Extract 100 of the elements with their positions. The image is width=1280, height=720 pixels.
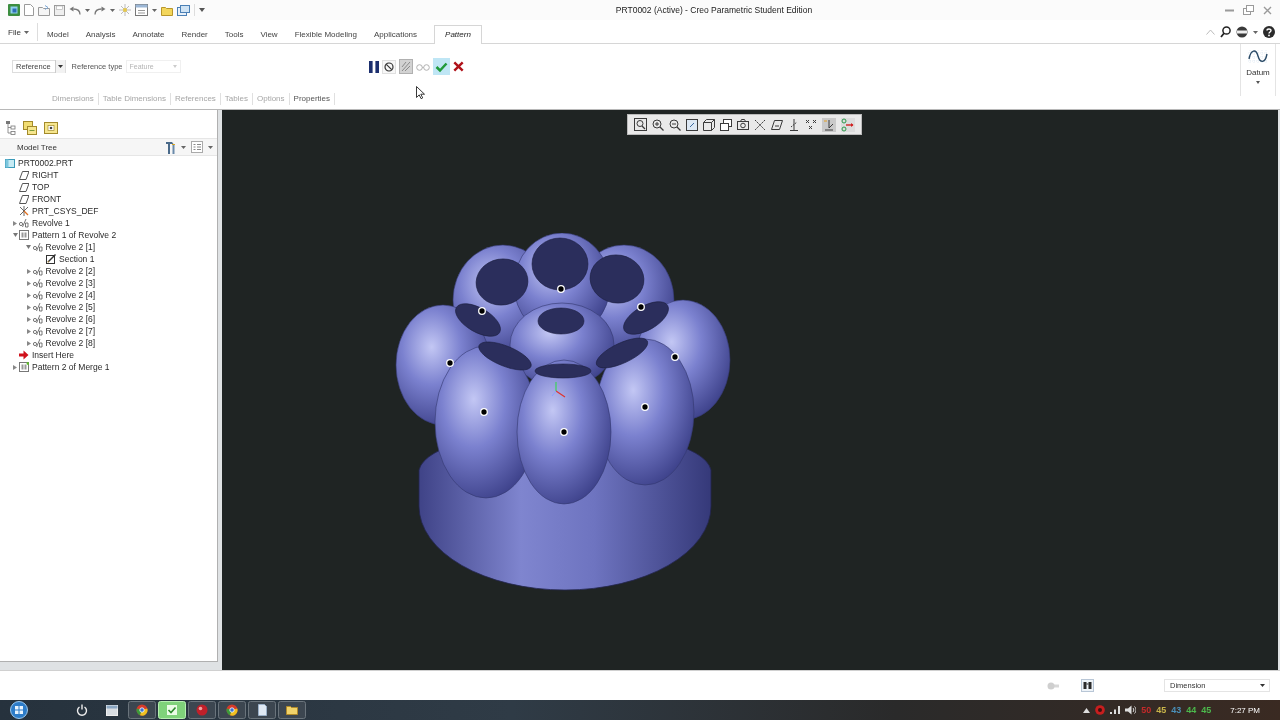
tree-item[interactable]: Revolve 2 [5] [32,301,96,313]
ribbon-tab[interactable]: Tools [216,25,252,43]
window-icon[interactable] [106,704,118,716]
ribbon-tab[interactable]: Model [38,25,77,43]
tree-item[interactable]: Pattern 1 of Revolve 2 [19,229,117,241]
tree-item[interactable]: Section 1 [46,253,95,265]
tree-item[interactable]: TOP [19,181,50,193]
zoom-out-icon[interactable] [669,118,681,131]
ribbon-tab[interactable]: Applications [365,25,426,43]
stacked-folders-icon[interactable] [23,121,37,135]
tree-item[interactable]: Revolve 2 [1] [32,241,96,253]
stacked-views-icon[interactable] [720,118,732,131]
tree-item[interactable]: Revolve 2 [8] [32,337,96,349]
zoom-in-icon[interactable] [652,118,664,131]
ribbon-tab[interactable]: Render [173,25,216,43]
browser-icon[interactable] [218,701,246,719]
tree-item[interactable]: FRONT [19,193,62,205]
caret-icon[interactable] [152,8,157,12]
caret-right-icon[interactable] [26,340,31,346]
tree-structure-icon[interactable] [6,121,16,135]
caret-icon[interactable] [85,8,90,12]
tree-item[interactable]: Revolve 2 [2] [32,265,96,277]
help-icon[interactable] [1263,26,1275,38]
restore-icon[interactable] [1243,5,1254,15]
panel-tab[interactable]: Properties [289,93,336,106]
windows-icon[interactable] [135,4,148,16]
search-icon[interactable] [1220,26,1231,38]
cube-icon[interactable] [703,118,715,131]
clock[interactable]: 7:27 PM [1230,705,1260,715]
tree-item[interactable]: PRT_CSYS_DEF [19,205,99,217]
ribbon-tab[interactable]: Flexible Modeling [286,25,365,43]
tree-item[interactable]: Pattern 2 of Merge 1 [19,361,110,373]
speaker-icon[interactable] [1125,705,1137,715]
pause-icon[interactable] [369,60,380,73]
csys-display-icon[interactable] [822,117,836,132]
tools-icon[interactable] [164,140,176,154]
start-orb-icon[interactable] [10,701,28,719]
tree-item[interactable]: Revolve 2 [4] [32,289,96,301]
tree-item[interactable]: Insert Here [19,349,75,361]
save-icon[interactable] [54,4,65,16]
caret-right-icon[interactable] [13,220,17,226]
axes-icon[interactable] [754,118,766,131]
ribbon-tab[interactable]: Analysis [77,25,124,43]
caret-right-icon[interactable] [26,280,31,286]
undo-icon[interactable] [69,5,81,15]
frame-icon[interactable] [686,118,698,131]
cross-icon[interactable] [453,61,465,73]
minimize-icon[interactable] [1225,8,1234,12]
document-icon[interactable] [248,701,276,719]
globe-icon[interactable] [1236,26,1248,38]
caret-right-icon[interactable] [26,304,31,310]
caret-icon[interactable] [110,8,115,12]
caret-right-icon[interactable] [13,364,17,370]
tree-item[interactable]: Revolve 2 [3] [32,277,96,289]
browser-icon[interactable] [128,701,156,719]
caret-icon[interactable] [1253,30,1258,34]
record-icon[interactable] [1095,705,1106,715]
check-app-icon[interactable] [158,701,186,719]
window-switch-icon[interactable] [177,4,190,16]
open-file-icon[interactable] [38,4,50,16]
tree-item[interactable]: Revolve 2 [6] [32,313,96,325]
toggle-icon[interactable] [1047,681,1061,690]
tree-item[interactable]: Revolve 1 [19,217,70,229]
redo-icon[interactable] [94,5,106,15]
caret-icon[interactable] [208,145,213,149]
ribbon-tab[interactable]: Pattern [434,25,482,44]
app-logo-icon[interactable] [8,4,20,16]
caret-icon[interactable] [199,8,205,12]
point-display-icon[interactable] [805,119,817,130]
ribbon-tab[interactable]: Annotate [124,25,173,43]
tree-item[interactable]: Revolve 2 [7] [32,325,96,337]
close-icon[interactable] [1263,5,1272,15]
folder-icon[interactable] [278,701,306,719]
zoom-fit-icon[interactable] [634,118,647,131]
plane-display-icon[interactable] [771,119,783,130]
binoculars-icon[interactable] [1081,679,1094,692]
signal-bars-icon[interactable] [1110,706,1121,714]
file-menu[interactable]: File [4,23,38,41]
no-entry-icon[interactable] [382,59,397,74]
new-file-icon[interactable] [24,4,34,16]
camera-icon[interactable] [737,119,749,130]
list-settings-icon[interactable] [191,141,203,153]
datum-button[interactable]: Datum [1240,44,1276,96]
caret-down-icon[interactable] [26,245,31,249]
ribbon-tab[interactable]: View [252,25,286,43]
caret-icon[interactable] [181,145,186,149]
spin-center-icon[interactable] [841,117,855,132]
caret-right-icon[interactable] [26,268,31,274]
checkmark-icon[interactable] [433,58,451,76]
power-icon[interactable] [76,704,88,716]
tree-item[interactable]: RIGHT [19,169,59,181]
axis-display-icon[interactable] [788,118,800,131]
insert-arrow-icon [19,350,29,360]
caret-right-icon[interactable] [26,328,31,334]
caret-right-icon[interactable] [26,316,31,322]
tray-arrow-icon[interactable] [1083,707,1091,713]
caret-right-icon[interactable] [26,292,31,298]
tree-item[interactable]: PRT0002.PRT [5,157,73,169]
caret-down-icon[interactable] [12,233,18,237]
framed-dot-icon[interactable] [44,122,58,134]
